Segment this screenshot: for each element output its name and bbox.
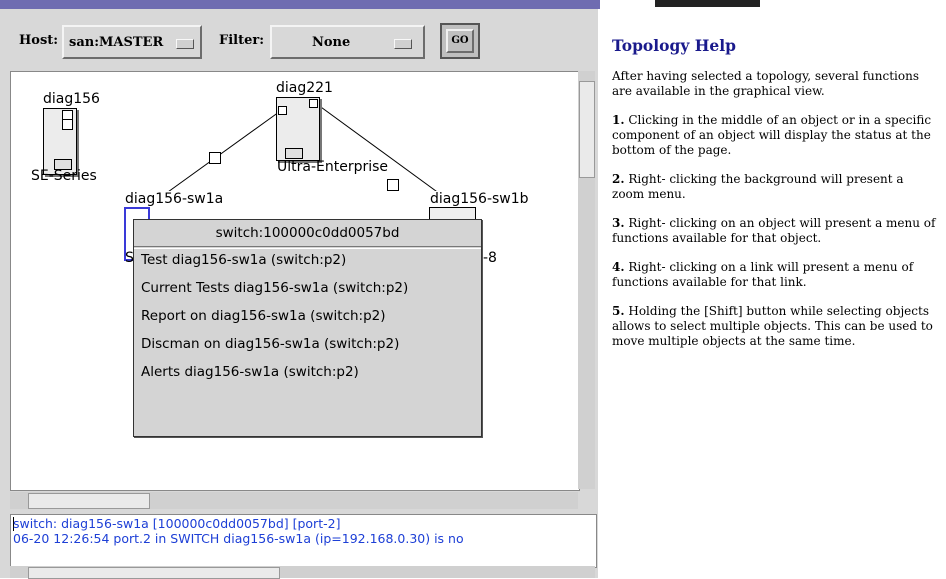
window-title-strip — [0, 0, 760, 9]
status-log[interactable]: switch: diag156-sw1a [100000c0dd0057bd] … — [10, 514, 597, 568]
context-menu: switch:100000c0dd0057bd Test diag156-sw1… — [133, 219, 482, 437]
node-diag221-name: diag221 — [276, 80, 333, 96]
go-button-label: GO — [446, 29, 474, 53]
help-tip-number: 3. — [612, 216, 625, 230]
node-sw1b-partial-label: -8 — [483, 250, 497, 266]
menu-item-test[interactable]: Test diag156-sw1a (switch:p2) — [141, 252, 346, 268]
toolbar: Host: san:MASTER Filter: None GO — [0, 9, 598, 69]
help-tip-text: Right- clicking the background will pres… — [612, 172, 904, 201]
node-diag156[interactable] — [43, 108, 77, 175]
scrollbar-thumb[interactable] — [579, 81, 595, 178]
help-tip-number: 5. — [612, 304, 625, 318]
node-diag156-type: SE-Series — [31, 168, 97, 184]
scrollbar-thumb[interactable] — [28, 493, 150, 509]
help-tip-text: Holding the [Shift] button while selecti… — [612, 304, 933, 348]
help-tip-5: 5. Holding the [Shift] button while sele… — [612, 304, 937, 349]
port-square[interactable] — [278, 106, 287, 115]
help-tip-2: 2. Right- clicking the background will p… — [612, 172, 937, 202]
help-tip-text: Clicking in the middle of an object or i… — [612, 113, 932, 157]
canvas-horizontal-scrollbar[interactable] — [10, 492, 578, 509]
title-strip-block — [655, 0, 760, 7]
link-port-box[interactable] — [387, 179, 399, 191]
status-line-2: 06-20 12:26:54 port.2 in SWITCH diag156-… — [13, 531, 464, 546]
go-button[interactable]: GO — [440, 23, 480, 59]
link-diag221-sw1b — [313, 101, 452, 203]
dropdown-icon — [394, 39, 412, 49]
filter-select-value: None — [312, 35, 351, 50]
menu-item-report[interactable]: Report on diag156-sw1a (switch:p2) — [141, 308, 386, 324]
help-tip-number: 2. — [612, 172, 625, 186]
menu-item-current-tests[interactable]: Current Tests diag156-sw1a (switch:p2) — [141, 280, 408, 296]
topology-app: Host: san:MASTER Filter: None GO diag156… — [0, 9, 598, 579]
help-intro: After having selected a topology, severa… — [612, 69, 919, 98]
node-sw1b-name: diag156-sw1b — [430, 191, 529, 207]
host-label: Host: — [19, 33, 59, 48]
status-line-1: switch: diag156-sw1a [100000c0dd0057bd] … — [13, 516, 341, 531]
help-tip-number: 1. — [612, 113, 625, 127]
filter-label: Filter: — [219, 33, 265, 48]
device-slot[interactable] — [285, 148, 303, 159]
node-diag221-type: Ultra-Enterprise — [277, 159, 389, 175]
help-tip-number: 4. — [612, 260, 625, 274]
help-title: Topology Help — [612, 36, 736, 55]
help-panel: Topology Help After having selected a to… — [612, 36, 937, 363]
filter-select[interactable]: None — [270, 25, 425, 59]
node-sw1a-name: diag156-sw1a — [125, 191, 224, 207]
help-tip-text: Right- clicking on an object will presen… — [612, 216, 936, 245]
port-square[interactable] — [309, 99, 318, 108]
menu-item-discman[interactable]: Discman on diag156-sw1a (switch:p2) — [141, 336, 399, 352]
status-horizontal-scrollbar[interactable] — [10, 566, 595, 579]
help-tip-4: 4. Right- clicking on a link will presen… — [612, 260, 937, 290]
port-square[interactable] — [62, 119, 73, 130]
help-tip-text: Right- clicking on a link will present a… — [612, 260, 914, 289]
scrollbar-thumb[interactable] — [28, 567, 280, 579]
dropdown-icon — [176, 39, 194, 49]
node-diag156-name: diag156 — [43, 91, 100, 107]
context-menu-title: switch:100000c0dd0057bd — [134, 220, 481, 249]
host-select-value: san:MASTER — [69, 35, 164, 50]
node-diag221[interactable] — [276, 97, 320, 161]
host-select[interactable]: san:MASTER — [62, 25, 202, 59]
canvas-vertical-scrollbar[interactable] — [578, 71, 595, 489]
link-port-box[interactable] — [209, 152, 221, 164]
help-tip-3: 3. Right- clicking on an object will pre… — [612, 216, 937, 246]
menu-item-alerts[interactable]: Alerts diag156-sw1a (switch:p2) — [141, 364, 359, 380]
help-tip-1: 1. Clicking in the middle of an object o… — [612, 113, 937, 158]
